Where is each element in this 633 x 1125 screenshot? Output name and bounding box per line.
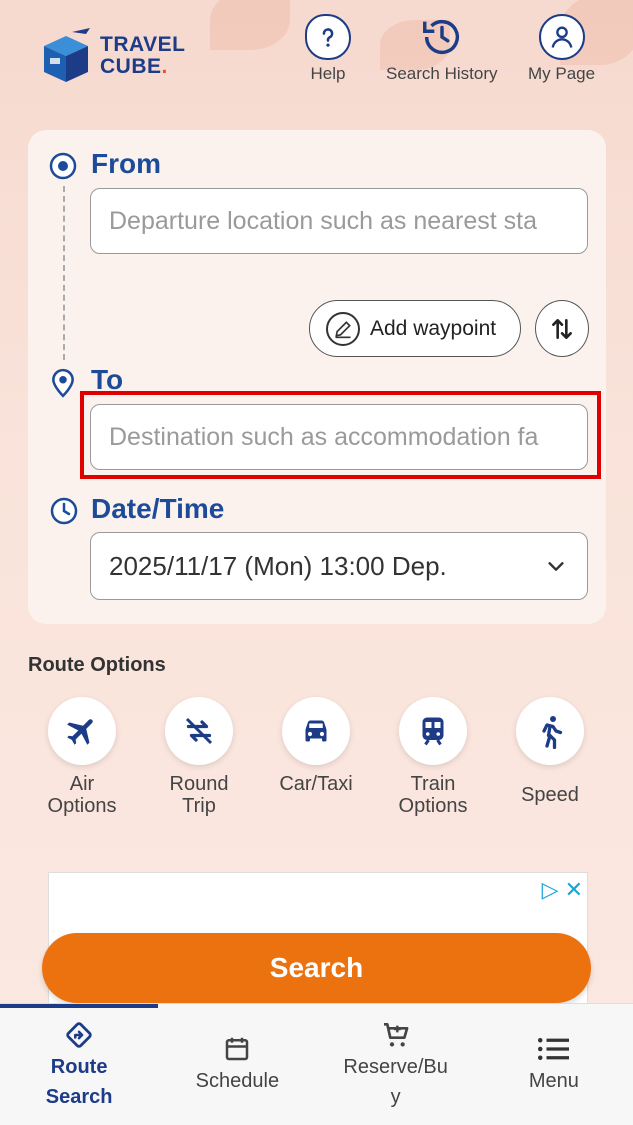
nav-reserve-label-line1: Reserve/Bu [343, 1056, 448, 1078]
from-placeholder: Departure location such as nearest sta [109, 206, 538, 235]
nav-menu[interactable]: Menu [475, 1004, 633, 1125]
logo-line1: TRAVEL [100, 33, 186, 56]
header: TRAVEL CUBE. Help Search History My Page [0, 0, 633, 120]
from-input[interactable]: Departure location such as nearest sta [90, 188, 588, 254]
nav-schedule[interactable]: Schedule [158, 1004, 316, 1125]
round-trip-label-line1: Round [169, 773, 229, 795]
nav-route-search[interactable]: Route Search [0, 1004, 159, 1125]
logo-line2: CUBE [100, 55, 162, 78]
my-page-label: My Page [528, 64, 596, 83]
datetime-value: 2025/11/17 (Mon) 13:00 Dep. [109, 550, 447, 581]
ad-controls: ▷ ✕ [542, 877, 583, 903]
calendar-icon [222, 1032, 252, 1066]
airplane-icon [48, 697, 116, 765]
history-label: Search History [386, 64, 498, 83]
nav-schedule-label: Schedule [195, 1070, 280, 1092]
round-trip-button[interactable]: Round Trip [144, 697, 254, 817]
swap-arrows-icon [552, 318, 572, 339]
history-icon [419, 14, 465, 60]
route-search-form: From Departure location such as nearest … [28, 130, 606, 624]
adchoices-icon[interactable]: ▷ [542, 877, 559, 903]
clock-icon [50, 497, 78, 525]
user-icon [538, 14, 585, 60]
cube-logo-icon [44, 28, 90, 82]
nav-route-label-line2: Search [45, 1086, 113, 1108]
route-options-title: Route Options [28, 654, 166, 676]
add-waypoint-button[interactable]: Add waypoint [309, 300, 521, 357]
speed-button[interactable]: Speed [495, 697, 605, 806]
air-options-label-line1: Air [69, 773, 95, 795]
route-connector-line [63, 186, 65, 360]
bottom-navigation: Route Search Schedule Reserve/Bu y Menu [0, 1003, 633, 1125]
nav-menu-label: Menu [528, 1070, 579, 1092]
round-trip-icon [165, 697, 233, 765]
nav-reserve-buy[interactable]: Reserve/Bu y [317, 1004, 475, 1125]
help-label: Help [310, 64, 346, 83]
from-label: From [91, 148, 161, 179]
ad-close-icon[interactable]: ✕ [565, 877, 583, 903]
car-taxi-label: Car/Taxi [279, 773, 353, 795]
search-button[interactable]: Search [42, 933, 591, 1003]
running-person-icon [516, 697, 584, 765]
pencil-icon [326, 311, 360, 346]
train-options-button[interactable]: Train Options [378, 697, 488, 817]
my-page-button[interactable]: My Page [528, 14, 595, 84]
train-icon [399, 697, 467, 765]
nav-route-label-line1: Route [50, 1056, 108, 1078]
origin-marker-icon [49, 152, 77, 180]
highlight-box [80, 391, 601, 479]
search-history-button[interactable]: Search History [386, 14, 497, 84]
nav-reserve-label-line2: y [390, 1086, 401, 1108]
air-options-button[interactable]: Air Options [27, 697, 137, 817]
train-options-label-line1: Train [410, 773, 456, 795]
chevron-down-icon [548, 562, 564, 571]
help-icon [305, 14, 351, 60]
destination-pin-icon [52, 368, 74, 398]
car-icon [282, 697, 350, 765]
leaf-decoration [210, 0, 290, 50]
logo-text: TRAVEL CUBE. [100, 33, 186, 78]
travel-cube-logo[interactable]: TRAVEL CUBE. [36, 18, 196, 84]
air-options-label-line2: Options [47, 795, 117, 817]
add-waypoint-label: Add waypoint [370, 316, 497, 340]
train-options-label-line2: Options [398, 795, 468, 817]
route-search-icon [64, 1018, 94, 1052]
speed-label: Speed [521, 784, 579, 806]
datetime-label: Date/Time [91, 493, 225, 524]
car-taxi-button[interactable]: Car/Taxi [261, 697, 371, 795]
swap-button[interactable] [535, 300, 589, 357]
round-trip-label-line2: Trip [182, 795, 216, 817]
cart-icon [380, 1018, 412, 1052]
menu-icon [536, 1032, 572, 1066]
datetime-select[interactable]: 2025/11/17 (Mon) 13:00 Dep. [90, 532, 588, 600]
help-button[interactable]: Help [305, 14, 351, 84]
